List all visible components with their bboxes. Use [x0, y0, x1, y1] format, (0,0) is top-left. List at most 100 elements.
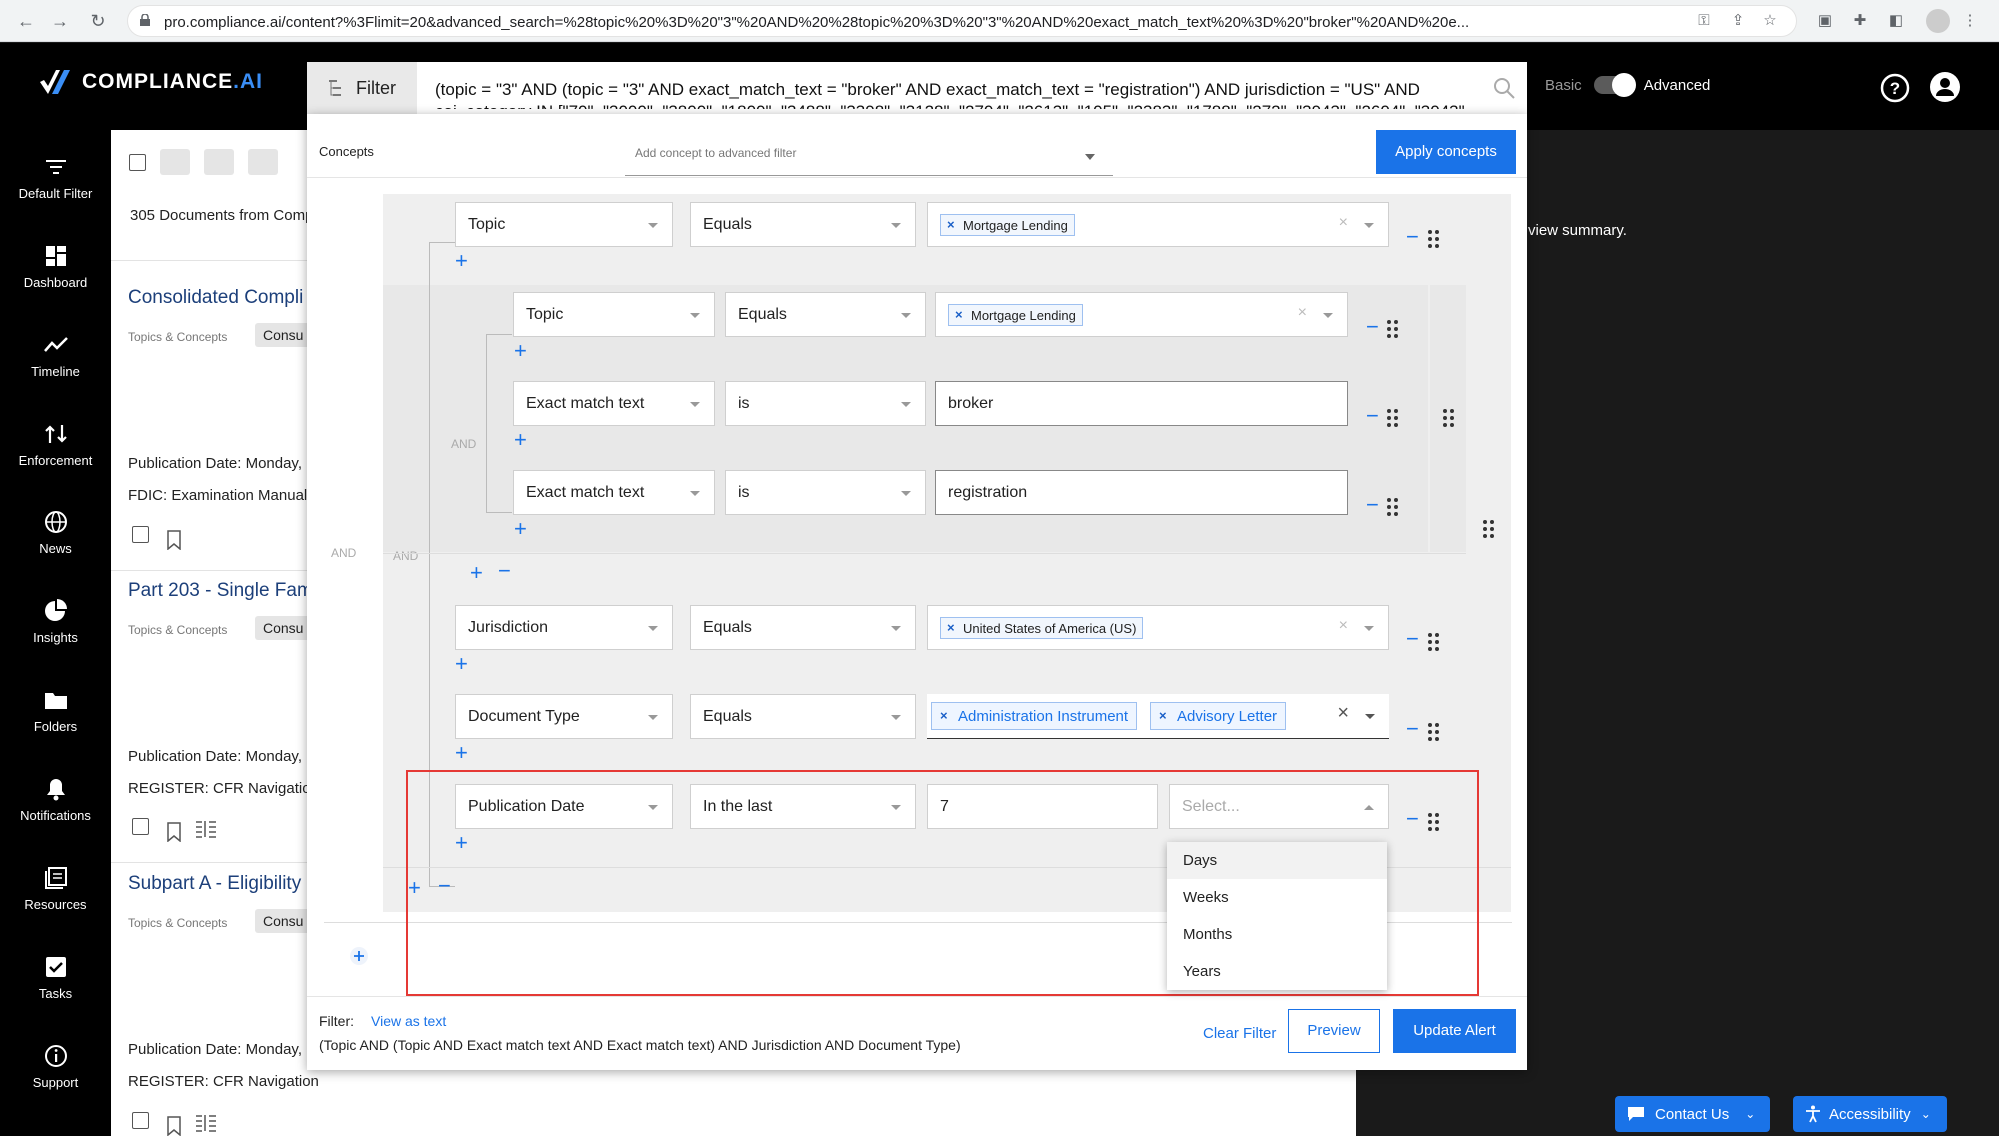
unit-option-months[interactable]: Months [1167, 916, 1387, 953]
clear-icon[interactable]: × [1339, 214, 1348, 232]
value-multiselect[interactable]: × United States of America (US) × [927, 605, 1389, 650]
filter-query-text[interactable]: (topic = "3" AND (topic = "3" AND exact_… [435, 79, 1475, 109]
value-multiselect[interactable]: × Mortgage Lending × [927, 202, 1389, 247]
bookmark-icon[interactable] [166, 1116, 182, 1136]
remove-rule-icon[interactable]: − [1406, 226, 1419, 248]
operator-select[interactable]: Equals [690, 694, 916, 739]
drag-handle-icon[interactable] [1428, 230, 1440, 248]
sidebar-item-timeline[interactable]: Timeline [0, 332, 111, 379]
operator-select[interactable]: is [725, 470, 926, 515]
drag-handle-icon[interactable] [1387, 409, 1399, 427]
logo[interactable]: COMPLIANCE.AI [38, 67, 263, 97]
sidebar-item-folders[interactable]: Folders [0, 687, 111, 734]
remove-group-icon[interactable]: − [498, 560, 511, 582]
search-icon[interactable] [1492, 76, 1516, 100]
sidebar-item-notifications[interactable]: Notifications [0, 776, 111, 823]
remove-rule-icon[interactable]: − [1406, 628, 1419, 650]
account-icon[interactable] [1929, 71, 1961, 103]
address-bar[interactable]: pro.compliance.ai/content?%3Flimit=20&ad… [127, 5, 1797, 37]
sidebar-item-dashboard[interactable]: Dashboard [0, 243, 111, 290]
add-rule-icon[interactable]: + [455, 742, 468, 764]
outer-group-drag-handle-icon[interactable] [1483, 520, 1495, 538]
field-select-document-type[interactable]: Document Type [455, 694, 673, 739]
summary-icon[interactable] [195, 1114, 217, 1132]
drag-handle-icon[interactable] [1428, 633, 1440, 651]
document-checkbox[interactable] [132, 1112, 149, 1129]
topic-tag[interactable]: Consu [255, 616, 312, 640]
drag-handle-icon[interactable] [1428, 723, 1440, 741]
field-select-topic[interactable]: Topic [455, 202, 673, 247]
remove-rule-icon[interactable]: − [1366, 494, 1379, 516]
field-select-jurisdiction[interactable]: Jurisdiction [455, 605, 673, 650]
sidebar-item-enforcement[interactable]: Enforcement [0, 421, 111, 468]
value-chip[interactable]: × Mortgage Lending [948, 304, 1083, 326]
apply-concepts-button[interactable]: Apply concepts [1376, 130, 1516, 174]
add-rule-group-icon[interactable]: + [470, 562, 483, 584]
drag-handle-icon[interactable] [1387, 498, 1399, 516]
side-panel-icon[interactable]: ◧ [1886, 11, 1906, 31]
sidebar-item-support[interactable]: Support [0, 1043, 111, 1090]
share-icon[interactable]: ⇪ [1728, 11, 1748, 31]
puzzle-icon[interactable]: ✚ [1850, 11, 1870, 31]
key-icon[interactable]: ⚿ [1694, 11, 1714, 31]
select-all-checkbox[interactable] [129, 153, 146, 171]
update-alert-button[interactable]: Update Alert [1393, 1009, 1516, 1053]
bookmark-icon[interactable] [166, 822, 182, 842]
accessibility-button[interactable]: Accessibility ⌄ [1793, 1096, 1947, 1132]
sidebar-item-default-filter[interactable]: Default Filter [0, 154, 111, 201]
remove-rule-icon[interactable]: − [1366, 405, 1379, 427]
value-multiselect[interactable]: × Administration Instrument × Advisory Let… [927, 694, 1389, 739]
unit-option-days[interactable]: Days [1167, 842, 1387, 879]
document-checkbox[interactable] [132, 526, 149, 543]
mode-switch[interactable] [1593, 73, 1636, 97]
sidebar-item-news[interactable]: News [0, 509, 111, 556]
value-chip[interactable]: × Advisory Letter [1150, 702, 1287, 730]
topic-tag[interactable]: Consu [255, 909, 312, 933]
forward-icon[interactable]: → [48, 9, 72, 33]
extension-image-icon[interactable]: ▣ [1815, 11, 1835, 31]
sidebar-item-tasks[interactable]: Tasks [0, 954, 111, 1001]
remove-rule-icon[interactable]: − [1406, 718, 1419, 740]
field-select-exact-match[interactable]: Exact match text [513, 381, 715, 426]
star-icon[interactable]: ☆ [1760, 11, 1780, 31]
value-chip[interactable]: × Mortgage Lending [940, 214, 1075, 236]
view-as-text-link[interactable]: View as text [371, 1013, 446, 1029]
sidebar-item-insights[interactable]: Insights [0, 598, 111, 645]
add-rule-icon[interactable]: + [514, 429, 527, 451]
unit-option-weeks[interactable]: Weeks [1167, 879, 1387, 916]
sidebar-item-resources[interactable]: Resources [0, 865, 111, 912]
value-input[interactable]: registration [935, 470, 1348, 515]
menu-dots-icon[interactable]: ⋮ [1960, 11, 1980, 31]
value-input[interactable]: broker [935, 381, 1348, 426]
field-select-topic[interactable]: Topic [513, 292, 715, 337]
document-title[interactable]: Part 203 - Single Fam [128, 580, 313, 602]
field-select-exact-match[interactable]: Exact match text [513, 470, 715, 515]
value-multiselect[interactable]: × Mortgage Lending × [935, 292, 1348, 337]
clear-icon[interactable]: × [1339, 617, 1348, 635]
bookmark-icon[interactable] [166, 530, 182, 550]
clear-icon[interactable]: × [1298, 304, 1307, 322]
summary-icon[interactable] [195, 820, 217, 838]
add-rule-icon[interactable]: + [455, 653, 468, 675]
email-action-icon[interactable] [204, 149, 234, 175]
clear-filter-button[interactable]: Clear Filter [1203, 1025, 1276, 1042]
back-icon[interactable]: ← [14, 9, 38, 33]
operator-select[interactable]: Equals [725, 292, 926, 337]
document-title[interactable]: Subpart A - Eligibility [128, 873, 301, 895]
preview-button[interactable]: Preview [1288, 1009, 1380, 1053]
add-root-group-icon[interactable] [349, 946, 369, 966]
topic-tag[interactable]: Consu [255, 323, 312, 347]
folder-action-icon[interactable] [160, 149, 190, 175]
document-checkbox[interactable] [132, 818, 149, 835]
operator-select[interactable]: Equals [690, 202, 916, 247]
unit-option-years[interactable]: Years [1167, 953, 1387, 990]
drag-handle-icon[interactable] [1387, 320, 1399, 338]
add-rule-icon[interactable]: + [514, 340, 527, 362]
value-chip[interactable]: × Administration Instrument [931, 702, 1138, 730]
add-rule-icon[interactable]: + [514, 518, 527, 540]
operator-select[interactable]: is [725, 381, 926, 426]
contact-us-button[interactable]: Contact Us ⌄ [1615, 1096, 1770, 1132]
print-action-icon[interactable] [248, 149, 278, 175]
operator-select[interactable]: Equals [690, 605, 916, 650]
filter-tab[interactable]: Filter [307, 62, 417, 114]
